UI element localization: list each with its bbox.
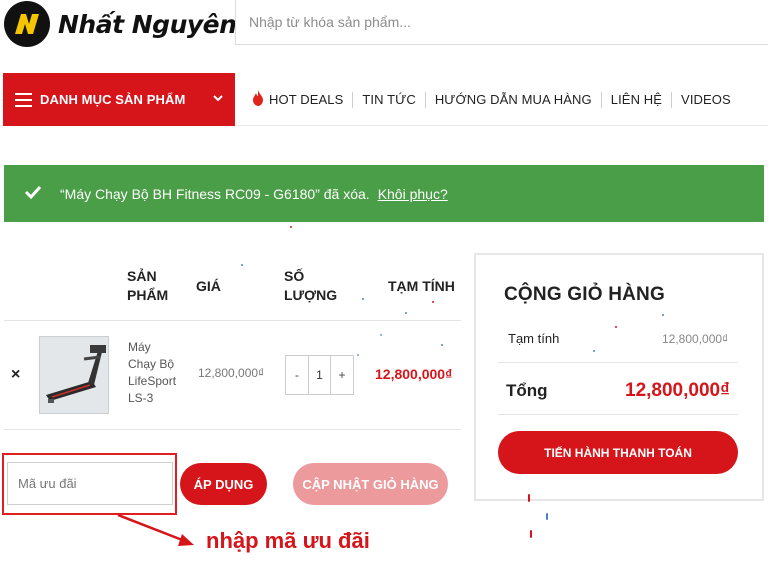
qty-input[interactable]: 1 xyxy=(308,356,331,394)
totals-divider xyxy=(498,362,738,363)
treadmill-image xyxy=(40,337,108,413)
nav-contact[interactable]: LIÊN HỆ xyxy=(611,92,662,107)
totals-total-label: Tổng xyxy=(506,381,548,400)
update-cart-button[interactable]: CẬP NHẬT GIỎ HÀNG xyxy=(293,463,448,505)
notice-message: “Máy Chạy Bộ BH Fitness RC09 - G6180” đã… xyxy=(60,185,370,202)
search-input[interactable] xyxy=(249,14,768,30)
category-menu-button[interactable]: DANH MỤC SẢN PHẨM xyxy=(3,73,235,126)
confetti-speck xyxy=(405,312,407,314)
nav-hot-deals[interactable]: HOT DEALS xyxy=(252,89,344,110)
remove-item-button[interactable]: × xyxy=(11,366,20,384)
nav-separator xyxy=(600,91,602,108)
confetti-speck xyxy=(615,326,617,328)
nav-news[interactable]: TIN TỨC xyxy=(362,92,415,107)
table-header-divider xyxy=(4,320,461,321)
confetti-speck xyxy=(362,298,364,300)
confetti-speck xyxy=(241,264,243,266)
logo-mark-icon xyxy=(4,1,50,47)
col-header-product: SẢN PHẨM xyxy=(127,267,168,305)
confetti-speck xyxy=(432,301,434,303)
col-header-subtotal: TẠM TÍNH xyxy=(388,278,455,294)
confetti-speck xyxy=(380,334,382,336)
brand-name: Nhất Nguyên xyxy=(58,9,237,39)
product-thumbnail[interactable] xyxy=(39,336,109,414)
logo[interactable]: Nhất Nguyên xyxy=(4,0,237,48)
qty-increase-button[interactable]: + xyxy=(331,356,353,394)
checkmark-icon xyxy=(24,184,46,204)
annotation-text: nhập mã ưu đãi xyxy=(206,528,370,553)
coupon-input[interactable] xyxy=(7,462,173,505)
product-price: 12,800,000₫ xyxy=(198,366,265,380)
confetti-speck xyxy=(530,530,532,538)
nav-separator xyxy=(424,91,426,108)
quantity-stepper: - 1 + xyxy=(285,355,354,395)
flame-icon xyxy=(252,89,264,110)
nav-buying-guide[interactable]: HƯỚNG DẪN MUA HÀNG xyxy=(435,92,592,107)
col-header-product-line2: PHẨM xyxy=(127,287,169,303)
totals-total-value: 12,800,000₫ xyxy=(625,380,730,401)
totals-subtotal-value: 12,800,000₫ xyxy=(662,332,729,346)
totals-subtotal-label: Tạm tính xyxy=(508,331,560,346)
confetti-speck xyxy=(662,314,664,316)
nav-separator xyxy=(352,91,354,108)
col-header-price: GIÁ xyxy=(196,278,221,294)
search-bar[interactable] xyxy=(235,0,768,45)
annotation-arrow-icon xyxy=(117,513,194,546)
item-subtotal: 12,800,000₫ xyxy=(375,366,453,382)
table-row-divider xyxy=(4,429,461,430)
qty-decrease-button[interactable]: - xyxy=(286,356,308,394)
restore-link[interactable]: Khôi phục? xyxy=(378,186,448,202)
product-name-line: Chạy Bộ xyxy=(128,357,175,371)
product-name[interactable]: Máy Chạy Bộ LifeSport LS-3 xyxy=(128,339,188,407)
product-name-line: LifeSport xyxy=(128,374,177,388)
hamburger-icon xyxy=(15,92,32,107)
confetti-speck xyxy=(528,494,530,502)
confetti-speck xyxy=(290,226,292,228)
nav-hot-deals-label: HOT DEALS xyxy=(269,92,344,107)
apply-coupon-button[interactable]: ÁP DỤNG xyxy=(180,463,267,505)
removed-item-notice: “Máy Chạy Bộ BH Fitness RC09 - G6180” đã… xyxy=(4,165,764,222)
confetti-speck xyxy=(441,344,443,346)
chevron-down-icon xyxy=(212,91,224,107)
product-name-line: Máy xyxy=(128,340,151,354)
col-header-quantity-line2: LƯỢNG xyxy=(284,287,338,303)
confetti-speck xyxy=(546,513,548,520)
main-nav: HOT DEALS TIN TỨC HƯỚNG DẪN MUA HÀNG LIÊ… xyxy=(252,73,731,126)
confetti-speck xyxy=(593,350,595,352)
nav-separator xyxy=(671,91,673,108)
confetti-speck xyxy=(357,354,359,356)
nav-videos[interactable]: VIDEOS xyxy=(681,92,731,107)
totals-divider xyxy=(498,414,738,415)
col-header-quantity-line1: SỐ xyxy=(284,268,305,284)
col-header-product-line1: SẢN xyxy=(127,268,157,284)
cart-totals-title: CỘNG GIỎ HÀNG xyxy=(504,284,665,305)
checkout-button[interactable]: TIẾN HÀNH THANH TOÁN xyxy=(498,431,738,474)
col-header-quantity: SỐ LƯỢNG xyxy=(284,267,337,305)
product-name-line: LS-3 xyxy=(128,391,154,405)
category-menu-label: DANH MỤC SẢN PHẨM xyxy=(40,92,186,107)
